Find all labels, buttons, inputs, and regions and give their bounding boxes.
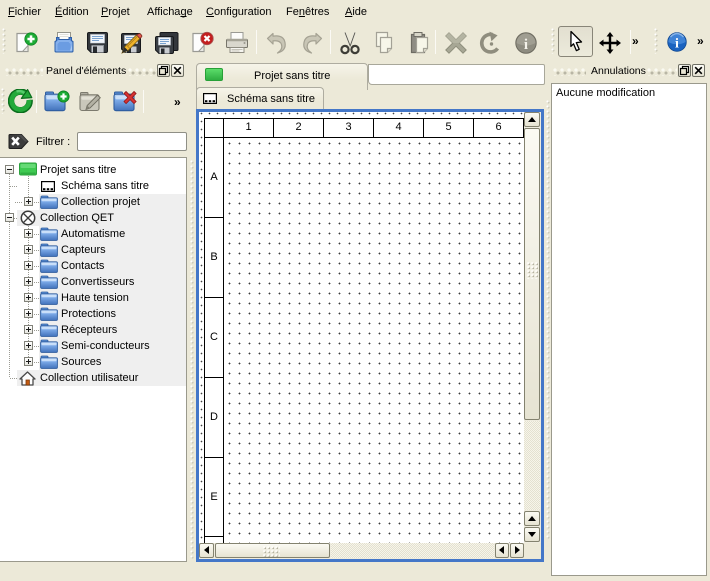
svg-text:i: i — [675, 37, 679, 52]
svg-text:i: i — [524, 37, 528, 53]
